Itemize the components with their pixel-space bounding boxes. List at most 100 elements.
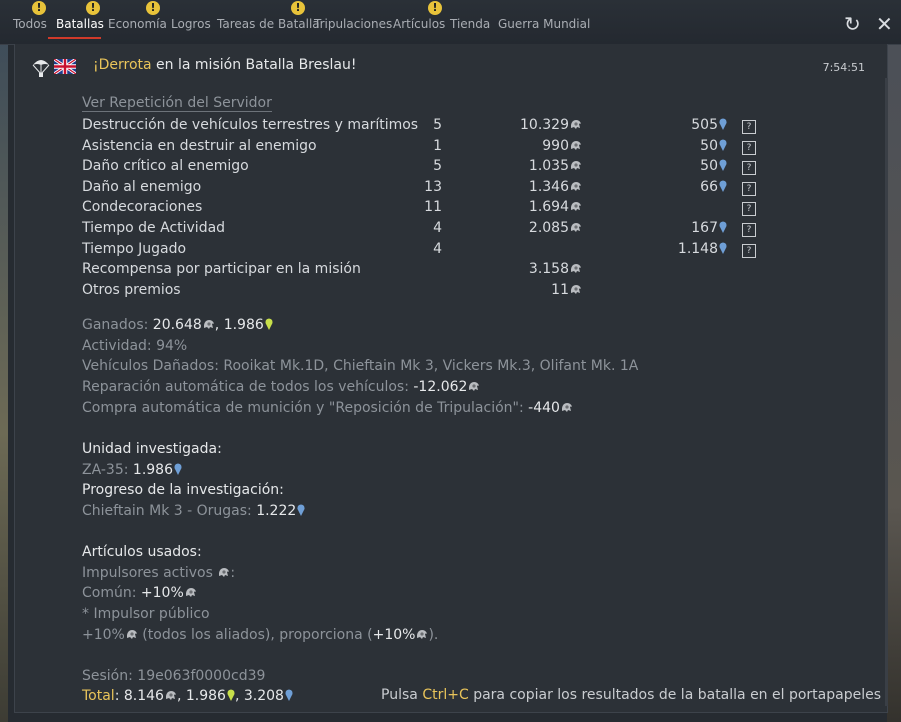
server-replay-link[interactable]: Ver Repetición del Servidor	[82, 95, 272, 112]
total-colon: :	[114, 688, 124, 704]
research-points-icon	[718, 241, 727, 257]
reward-row: Daño al enemigo 13 1.346 66?	[82, 179, 782, 199]
repair-line: Reparación automática de todos los vehíc…	[82, 379, 480, 395]
help-icon[interactable]: ?	[742, 161, 756, 176]
reward-silver-lions: 1.346	[462, 179, 582, 195]
silver-lions-icon	[569, 158, 582, 174]
reward-silver-lions-value: 990	[542, 137, 569, 154]
reward-row: Otros premios 11	[82, 282, 782, 302]
reward-name: Recompensa por participar en la misión	[82, 261, 361, 278]
research-unit-title: Unidad investigada:	[82, 441, 222, 457]
research-progress-line: Chieftain Mk 3 - Orugas: 1.222	[82, 503, 305, 519]
gold-icon	[264, 317, 273, 333]
help-icon[interactable]: ?	[742, 243, 756, 258]
silver-lions-icon	[560, 400, 573, 416]
separator: ,	[176, 688, 186, 704]
reward-count: 1	[433, 137, 442, 154]
research-unit-line: ZA-35: 1.986	[82, 462, 182, 478]
separator: ,	[214, 317, 224, 333]
silver-lions-icon	[202, 317, 215, 333]
copy-hint-post: para copiar los resultados de la batalla…	[468, 687, 881, 703]
uk-flag-icon	[54, 59, 76, 74]
reward-silver-lions: 2.085	[462, 220, 582, 236]
reward-row: Tiempo de Actividad 4 2.085 167?	[82, 220, 782, 240]
reward-name: Tiempo Jugado	[82, 240, 187, 257]
tab-tienda[interactable]: Tienda	[450, 17, 490, 31]
silver-lions-icon	[125, 627, 138, 643]
research-unit-name: ZA-35:	[82, 462, 133, 478]
reward-research-points: 50	[582, 138, 727, 154]
help-icon[interactable]: ?	[742, 223, 756, 237]
tab-logros[interactable]: Logros	[171, 17, 211, 31]
alert-icon: !	[428, 1, 442, 15]
reward-research-points-value: 167	[691, 220, 718, 236]
reward-name: Daño al enemigo	[82, 178, 202, 195]
tab-economia[interactable]: Economía	[108, 17, 167, 31]
reward-silver-lions: 1.694	[462, 199, 582, 215]
boosters-label: Impulsores activos	[82, 565, 218, 581]
tab-batallas[interactable]: Batallas	[56, 17, 104, 31]
close-icon[interactable]: ✕	[876, 12, 893, 36]
reward-row: Tiempo Jugado 4 1.148?	[82, 241, 782, 261]
research-points-icon	[718, 138, 727, 154]
reward-silver-lions: 990	[462, 138, 582, 154]
reward-count: 4	[433, 240, 442, 257]
silver-lions-icon	[184, 585, 197, 601]
reward-count: 5	[433, 158, 442, 175]
ally-booster-line: +10% (todos los aliados), proporciona (+…	[82, 627, 438, 643]
help-icon[interactable]: ?	[742, 120, 756, 134]
ammo-label: Compra automática de munición y "Reposic…	[82, 400, 529, 416]
reward-silver-lions: 3.158	[462, 261, 582, 277]
silver-lions-icon	[569, 261, 582, 277]
battle-header: ¡Derrota en la misión Batalla Breslau! 7…	[32, 55, 877, 79]
reward-silver-lions-value: 1.035	[528, 158, 569, 175]
help-icon[interactable]: ?	[742, 181, 756, 196]
research-points-icon	[718, 220, 727, 236]
scrollbar[interactable]	[885, 78, 888, 706]
battle-time: 7:54:51	[822, 61, 865, 74]
reward-research-points-value: 50	[700, 137, 718, 154]
refresh-icon[interactable]: ↻	[844, 12, 861, 36]
copy-hint-pre: Pulsa	[381, 687, 423, 703]
activity-line: Actividad: 94%	[82, 338, 188, 354]
reward-silver-lions: 11	[462, 282, 582, 298]
ally-text: (todos los aliados), proporciona (	[137, 627, 373, 643]
tab-guerra-mundial[interactable]: Guerra Mundial	[498, 17, 590, 31]
tab-tripulaciones[interactable]: Tripulaciones	[314, 17, 392, 31]
total-sl: 8.146	[123, 688, 164, 704]
silver-lions-icon	[569, 138, 582, 154]
session-id: Sesión: 19e063f0000cd39	[82, 668, 266, 684]
tab-articulos[interactable]: Artículos	[393, 17, 445, 31]
reward-row: Destrucción de vehículos terrestres y ma…	[82, 117, 782, 137]
background-right-edge	[887, 0, 901, 722]
reward-research-points-value: 1.148	[677, 240, 718, 257]
damaged-vehicles-line: Vehículos Dañados: Rooikat Mk.1D, Chieft…	[82, 358, 639, 374]
copy-hint: Pulsa Ctrl+C para copiar los resultados …	[381, 687, 881, 703]
boosters-line: Impulsores activos :	[82, 565, 235, 581]
common-booster-line: Común: +10%	[82, 585, 197, 601]
total-gold: 1.986	[185, 688, 226, 704]
alert-icon: !	[86, 1, 100, 15]
reward-row: Daño crítico al enemigo 5 1.035 50?	[82, 158, 782, 178]
reward-research-points-value: 66	[700, 178, 718, 195]
reward-count: 5	[433, 117, 442, 133]
research-unit-value: 1.986	[132, 462, 173, 478]
tab-todos[interactable]: Todos	[13, 17, 47, 31]
reward-silver-lions-value: 1.346	[528, 178, 569, 195]
reward-count: 4	[433, 220, 442, 236]
reward-row: Asistencia en destruir al enemigo 1 990 50?	[82, 138, 782, 158]
reward-row: Condecoraciones 11 1.694?	[82, 199, 782, 219]
reward-research-points: 167	[582, 220, 727, 236]
silver-lions-icon	[569, 199, 582, 215]
ally-value-provided: +10%	[372, 627, 416, 643]
reward-silver-lions-value: 11	[551, 281, 569, 298]
common-label: Común:	[82, 585, 141, 601]
ammo-value: -440	[528, 400, 560, 416]
reward-name: Tiempo de Actividad	[82, 220, 226, 236]
tab-tareas-de-batalla[interactable]: Tareas de Batalla	[217, 17, 320, 31]
reward-silver-lions: 10.329	[462, 117, 582, 133]
reward-silver-lions-value: 10.329	[520, 117, 569, 133]
reward-research-points-value: 505	[691, 117, 718, 133]
help-icon[interactable]: ?	[742, 202, 756, 217]
help-icon[interactable]: ?	[742, 140, 756, 155]
